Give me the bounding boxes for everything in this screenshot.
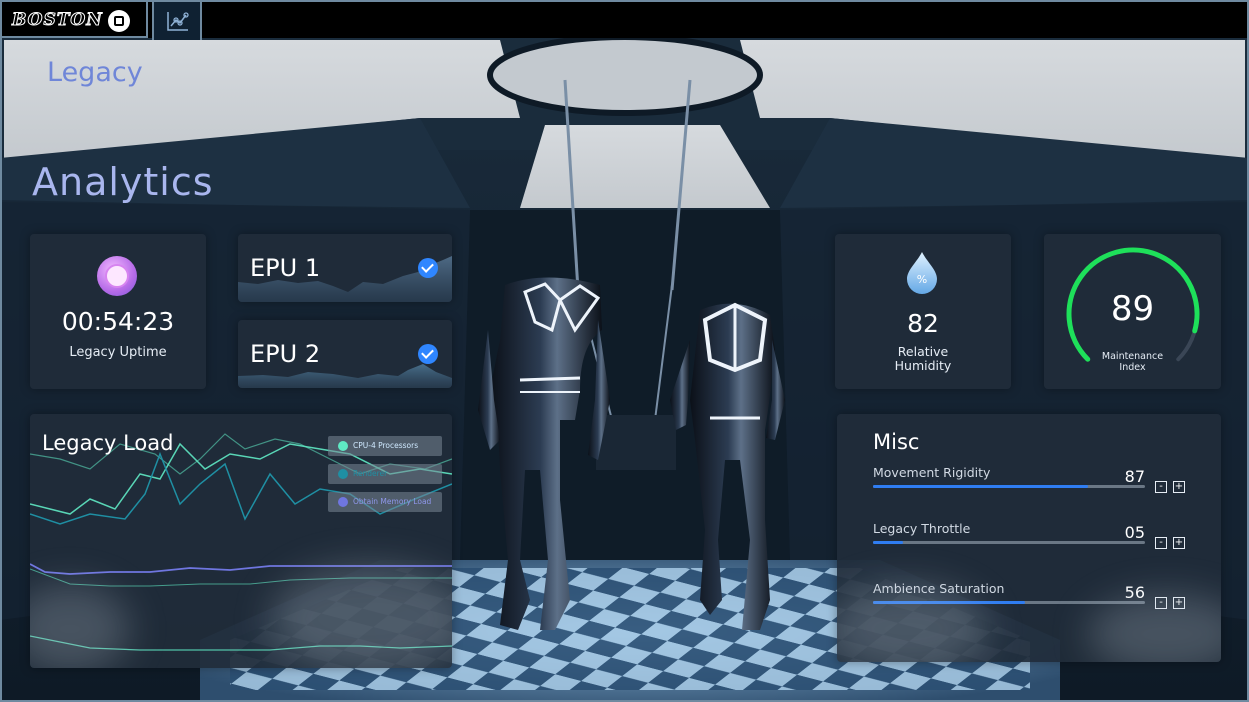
- decrement-button[interactable]: -: [1155, 537, 1167, 549]
- boston-logo: BOSTON: [12, 10, 103, 31]
- legend-item[interactable]: Obtain Memory Load: [328, 492, 442, 512]
- maintenance-value: 89: [1110, 289, 1155, 329]
- uptime-value: 00:54:23: [61, 307, 175, 336]
- epu-1-label: EPU 1: [250, 254, 321, 282]
- tab-home[interactable]: BOSTON: [2, 2, 148, 38]
- legend-label: CPU-4 Processors: [353, 441, 419, 450]
- line-chart-icon: [167, 12, 189, 31]
- legend-item[interactable]: CPU-4 Processors: [328, 436, 442, 456]
- setting-value: 87: [1124, 467, 1145, 486]
- legend-label: Obtain Memory Load: [353, 497, 432, 506]
- humidity-label: Relative Humidity: [894, 344, 952, 373]
- fog-overlay: [1087, 594, 1221, 662]
- legend-item[interactable]: Renderer: [328, 464, 442, 484]
- slider-fill: [873, 485, 1088, 488]
- square-home-icon[interactable]: [108, 10, 130, 32]
- slider-track[interactable]: [873, 541, 1145, 544]
- clock-icon: [97, 256, 137, 296]
- checkmark-icon[interactable]: [418, 258, 438, 278]
- maintenance-label: Maintenance Index: [1101, 351, 1164, 373]
- legacy-load-title: Legacy Load: [42, 431, 174, 455]
- section-title: Legacy: [47, 57, 143, 88]
- uptime-label: Legacy Uptime: [69, 345, 167, 360]
- legacy-load-card: Legacy Load CPU-4 Processors Renderer Ob…: [30, 414, 452, 668]
- legend-dot: [338, 469, 348, 479]
- epu-1-card[interactable]: EPU 1: [238, 234, 452, 302]
- legend-dot: [338, 441, 348, 451]
- tab-analytics[interactable]: [152, 2, 202, 40]
- decrement-button[interactable]: -: [1155, 481, 1167, 493]
- page-title: Analytics: [32, 160, 214, 204]
- legend-label: Renderer: [353, 469, 388, 478]
- svg-text:%: %: [917, 273, 927, 286]
- slider-track[interactable]: [873, 485, 1145, 488]
- increment-button[interactable]: +: [1173, 537, 1185, 549]
- humidity-value: 82: [907, 309, 939, 338]
- setting-value: 05: [1124, 523, 1145, 542]
- setting-label: Legacy Throttle: [873, 521, 971, 536]
- water-drop-icon: %: [907, 252, 937, 294]
- misc-card: Misc Movement Rigidity 87 - + Legacy Thr…: [837, 414, 1221, 662]
- checkmark-icon[interactable]: [418, 344, 438, 364]
- top-bar: BOSTON: [2, 2, 1247, 40]
- setting-label: Movement Rigidity: [873, 465, 991, 480]
- epu-2-label: EPU 2: [250, 340, 321, 368]
- increment-button[interactable]: +: [1173, 481, 1185, 493]
- slider-fill: [873, 541, 903, 544]
- epu-2-card[interactable]: EPU 2: [238, 320, 452, 388]
- legend-dot: [338, 497, 348, 507]
- misc-title: Misc: [873, 430, 920, 454]
